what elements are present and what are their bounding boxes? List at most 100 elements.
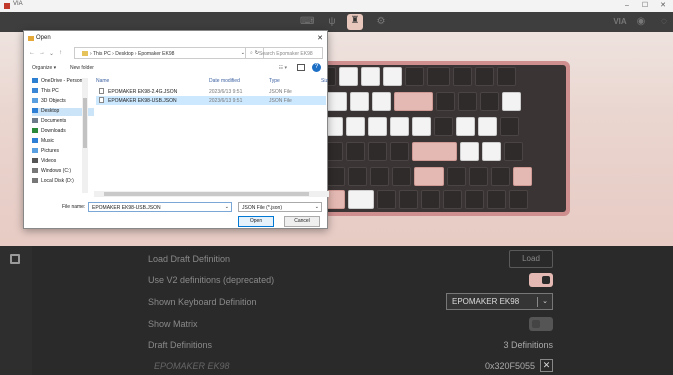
discord-icon[interactable]: ◉	[634, 15, 648, 29]
keyboard-key[interactable]	[447, 167, 466, 186]
keyboard-key[interactable]	[421, 190, 440, 209]
keyboard-key[interactable]	[487, 190, 506, 209]
keyboard-key[interactable]	[390, 142, 409, 161]
keyboard-key[interactable]	[453, 67, 472, 86]
preview-pane-icon[interactable]	[297, 64, 305, 71]
cancel-button[interactable]: Cancel	[284, 216, 320, 227]
maximize-button[interactable]: ☐	[637, 0, 653, 12]
shown-definition-select[interactable]: EPOMAKER EK98 ⌄	[446, 293, 553, 310]
chevron-down-icon[interactable]: ⌄	[225, 204, 229, 210]
open-button[interactable]: Open	[238, 216, 274, 227]
keyboard-key[interactable]	[348, 167, 367, 186]
save-icon[interactable]	[10, 254, 20, 264]
keyboard-key[interactable]	[482, 142, 501, 161]
filename-input[interactable]: EPOMAKER EK98-USB.JSON ⌄	[88, 202, 232, 212]
keyboard-key[interactable]	[348, 190, 374, 209]
close-button[interactable]: ✕	[655, 0, 671, 12]
file-row[interactable]: EPOMAKER EK98-2.4G.JSON 2023/6/13 9:51 JSO…	[96, 87, 326, 96]
keyboard-key[interactable]	[460, 142, 479, 161]
keyboard-key[interactable]	[504, 142, 523, 161]
keyboard-key[interactable]	[412, 117, 431, 136]
nav-scrollbar[interactable]	[82, 78, 88, 193]
keyboard-key[interactable]	[383, 67, 402, 86]
scrollbar-thumb[interactable]	[83, 98, 87, 148]
column-header-size[interactable]: Siz	[321, 78, 328, 84]
keyboard-key[interactable]	[427, 67, 450, 86]
keyboard-key[interactable]	[414, 167, 444, 186]
nav-pane-item-label: This PC	[41, 88, 59, 94]
keyboard-key[interactable]	[346, 142, 365, 161]
keyboard-key[interactable]	[458, 92, 477, 111]
via-icon[interactable]: VIA	[610, 15, 630, 29]
keyboard-key[interactable]	[372, 92, 391, 111]
keyboard-key[interactable]	[434, 117, 453, 136]
keyboard-icon[interactable]: ⌨	[300, 15, 314, 29]
keyboard-key[interactable]	[339, 67, 358, 86]
show-matrix-toggle[interactable]	[529, 317, 553, 331]
new-folder-button[interactable]: New folder	[70, 65, 94, 71]
gear-icon[interactable]: ⚙	[374, 15, 388, 29]
organize-button[interactable]: Organize ▾	[32, 65, 56, 71]
search-input[interactable]: ⌕ Search Epomaker EK98	[245, 47, 323, 59]
recent-dropdown-icon[interactable]: ⌄	[49, 50, 54, 57]
keyboard-key[interactable]	[346, 117, 365, 136]
breadcrumb-item[interactable]: This PC	[93, 51, 111, 57]
usb-icon[interactable]: ψ	[325, 15, 339, 29]
keyboard-key[interactable]	[370, 167, 389, 186]
nav-pane-item-label: Downloads	[41, 128, 66, 134]
keyboard-key[interactable]	[456, 117, 475, 136]
keyboard-key[interactable]	[509, 190, 528, 209]
file-row[interactable]: EPOMAKER EK98-USB.JSON 2023/6/13 9:51 JSON…	[96, 96, 326, 105]
keyboard-key[interactable]	[412, 142, 457, 161]
keyboard-key[interactable]	[500, 117, 519, 136]
folder-icon	[32, 168, 38, 173]
help-icon[interactable]: ?	[312, 63, 321, 72]
search-placeholder: Search Epomaker EK98	[259, 51, 313, 57]
keyboard-key[interactable]	[394, 92, 433, 111]
keyboard-key[interactable]	[436, 92, 455, 111]
scrollbar-thumb[interactable]	[104, 192, 309, 196]
design-icon[interactable]: ♜	[347, 14, 363, 30]
folder-icon	[28, 36, 34, 41]
keyboard-key[interactable]	[475, 67, 494, 86]
up-icon[interactable]: ↑	[59, 50, 62, 56]
folder-icon	[32, 148, 38, 153]
keyboard-key[interactable]	[405, 67, 424, 86]
keyboard-key[interactable]	[480, 92, 499, 111]
keyboard-key[interactable]	[390, 117, 409, 136]
path-breadcrumb[interactable]: › This PC › Desktop › Epomaker EK98 ⌄ ↻	[74, 47, 264, 59]
keyboard-key[interactable]	[377, 190, 396, 209]
column-header-name[interactable]: Name	[96, 78, 109, 84]
dialog-close-button[interactable]: ✕	[317, 34, 323, 42]
back-icon[interactable]: ←	[29, 50, 35, 56]
keyboard-key[interactable]	[491, 167, 510, 186]
keyboard-key[interactable]	[368, 117, 387, 136]
minimize-button[interactable]: –	[619, 0, 635, 12]
remove-draft-button[interactable]: ✕	[540, 359, 553, 372]
keyboard-key[interactable]	[392, 167, 411, 186]
keyboard-key[interactable]	[502, 92, 521, 111]
keyboard-key[interactable]	[350, 92, 369, 111]
dialog-title: Open	[36, 35, 51, 41]
use-v2-toggle[interactable]	[529, 273, 553, 287]
keyboard-key[interactable]	[465, 190, 484, 209]
breadcrumb-item[interactable]: Desktop	[115, 51, 133, 57]
keyboard-key[interactable]	[399, 190, 418, 209]
keyboard-key[interactable]	[361, 67, 380, 86]
breadcrumb-item[interactable]: Epomaker EK98	[138, 51, 174, 57]
column-header-date[interactable]: Date modified	[209, 78, 240, 84]
filetype-select[interactable]: JSON File (*.json) ⌄	[238, 202, 322, 212]
keyboard-key[interactable]	[443, 190, 462, 209]
keyboard-key[interactable]	[513, 167, 532, 186]
forward-icon[interactable]: →	[39, 50, 45, 56]
horizontal-scrollbar[interactable]	[94, 191, 329, 197]
load-button[interactable]: Load	[509, 250, 553, 268]
github-icon[interactable]: ◌	[657, 15, 671, 29]
keyboard-key[interactable]	[326, 92, 347, 111]
keyboard-key[interactable]	[469, 167, 488, 186]
column-header-type[interactable]: Type	[269, 78, 280, 84]
keyboard-key[interactable]	[478, 117, 497, 136]
keyboard-key[interactable]	[368, 142, 387, 161]
view-options-icon[interactable]: ☷ ▾	[279, 65, 287, 71]
keyboard-key[interactable]	[497, 67, 516, 86]
